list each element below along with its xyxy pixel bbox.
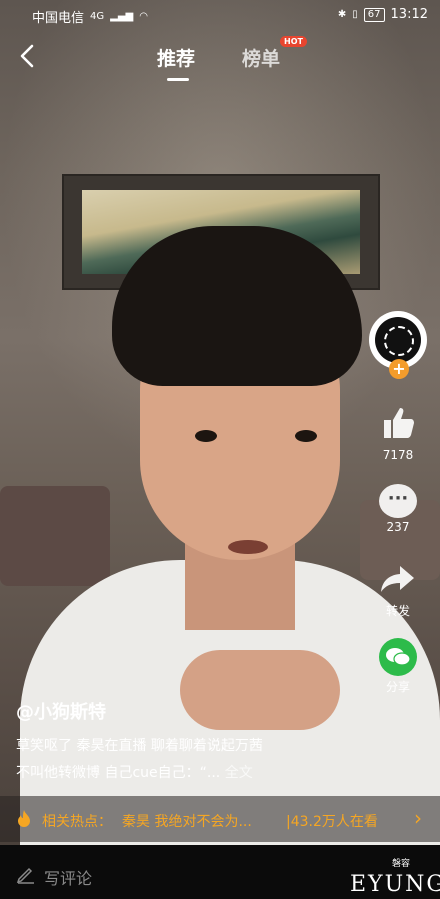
- wechat-share-button[interactable]: 分享: [372, 638, 424, 695]
- comment-button[interactable]: ··· 237: [372, 484, 424, 534]
- wechat-icon: [379, 638, 417, 676]
- caption-line-2: 不叫他转微博 自己cue自己：“... 全文: [16, 762, 253, 782]
- like-count: 7178: [382, 448, 414, 462]
- wifi-icon: ◠: [139, 11, 148, 22]
- watermark-logo: EYUNG: [350, 872, 440, 897]
- thumbs-up-icon: [384, 408, 414, 438]
- trending-viewers: |43.2万人在看: [286, 814, 378, 830]
- share-arrow-icon: [381, 566, 414, 592]
- bluetooth-icon: ✱: [337, 9, 347, 20]
- trending-label: 相关热点：: [42, 814, 112, 830]
- status-bar: 中国电信 4G ▂▄▆ ◠ ✱ ▯ 67 13:12: [0, 0, 440, 30]
- chevron-right-icon[interactable]: ›: [414, 806, 422, 830]
- battery-indicator: 67: [363, 7, 385, 22]
- tab-rankings[interactable]: 榜单: [242, 44, 280, 71]
- sofa-left: [0, 486, 110, 586]
- avatar-image: [375, 317, 421, 363]
- status-left: 中国电信 4G ▂▄▆ ◠: [32, 7, 148, 26]
- person-mouth: [228, 540, 268, 554]
- tab-recommend[interactable]: 推荐: [157, 44, 195, 71]
- full-text-link[interactable]: 全文: [225, 765, 253, 781]
- vibrate-icon: ▯: [352, 9, 358, 20]
- flame-icon: [18, 810, 30, 827]
- hot-badge: HOT: [280, 36, 307, 47]
- repost-label: 转发: [385, 604, 410, 618]
- write-comment-input[interactable]: 写评论: [44, 865, 92, 889]
- watermark-sub: 磐容: [392, 859, 411, 869]
- like-button[interactable]: 7178: [372, 402, 424, 462]
- pen-icon: [16, 867, 34, 884]
- carrier-label: 中国电信: [32, 11, 85, 26]
- trending-topic[interactable]: 秦昊 我绝对不会为...: [122, 811, 252, 831]
- status-right: ✱ ▯ 67 13:12: [338, 7, 428, 22]
- caption-line-1: 草笑呕了 秦昊在直播 聊着聊着说起万茜: [16, 738, 263, 754]
- network-label: 4G: [90, 11, 105, 22]
- repost-button[interactable]: 转发: [372, 562, 424, 619]
- tab-active-underline: [167, 78, 189, 81]
- clock: 13:12: [390, 7, 428, 22]
- caption-line-2-text: 不叫他转微博 自己cue自己：“...: [16, 765, 221, 781]
- signal-icon: ▂▄▆: [110, 11, 134, 22]
- comment-count: 237: [386, 520, 410, 534]
- person-eye-right: [295, 430, 317, 442]
- wechat-share-label: 分享: [385, 680, 410, 694]
- back-button[interactable]: [14, 40, 42, 72]
- author-username[interactable]: @小狗斯特: [16, 698, 106, 724]
- comment-icon: ···: [379, 484, 417, 518]
- chevron-left-icon: [20, 44, 34, 68]
- person-eye-left: [195, 430, 217, 442]
- follow-button[interactable]: +: [389, 359, 409, 379]
- person-hand: [180, 650, 340, 730]
